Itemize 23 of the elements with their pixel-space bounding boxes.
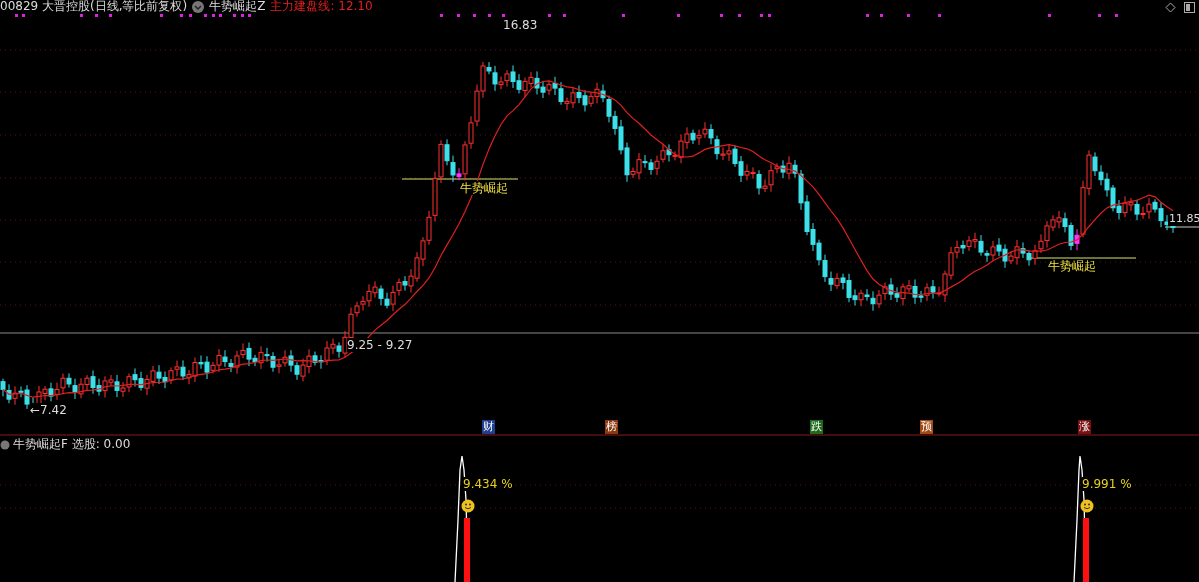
signal-label: 牛势崛起	[460, 181, 508, 195]
price-label: 11.85	[1168, 212, 1199, 226]
circle-icon[interactable]	[0, 439, 10, 450]
indicator-value: 主力建盘线: 12.10	[270, 0, 373, 15]
percent-reading: 9.991 %	[1082, 477, 1132, 491]
price-label: 16.83	[503, 18, 538, 32]
percent-reading: 9.434 %	[463, 477, 513, 491]
smiley-icon	[1080, 499, 1094, 513]
price-label: 9.25 - 9.27	[347, 338, 413, 352]
event-badge: 涨	[1078, 420, 1091, 434]
indicator-name: 牛势崛起Z	[209, 0, 266, 15]
event-badge: 榜	[605, 420, 618, 434]
diamond-icon[interactable]	[1165, 2, 1176, 13]
price-label: ←7.42	[30, 403, 67, 417]
panel-toggle-icon[interactable]	[1184, 2, 1195, 13]
sub-panel-title: 牛势崛起F 选股: 0.00	[13, 436, 131, 453]
chevron-icon[interactable]	[192, 0, 205, 13]
signal-label: 牛势崛起	[1048, 259, 1096, 273]
event-badge: 预	[920, 420, 933, 434]
smiley-icon	[461, 499, 475, 513]
event-badge: 跌	[810, 420, 823, 434]
event-badge: 财	[482, 420, 495, 434]
chart-title: 00829 大晋控股(日线,等比前复权)	[0, 0, 188, 15]
